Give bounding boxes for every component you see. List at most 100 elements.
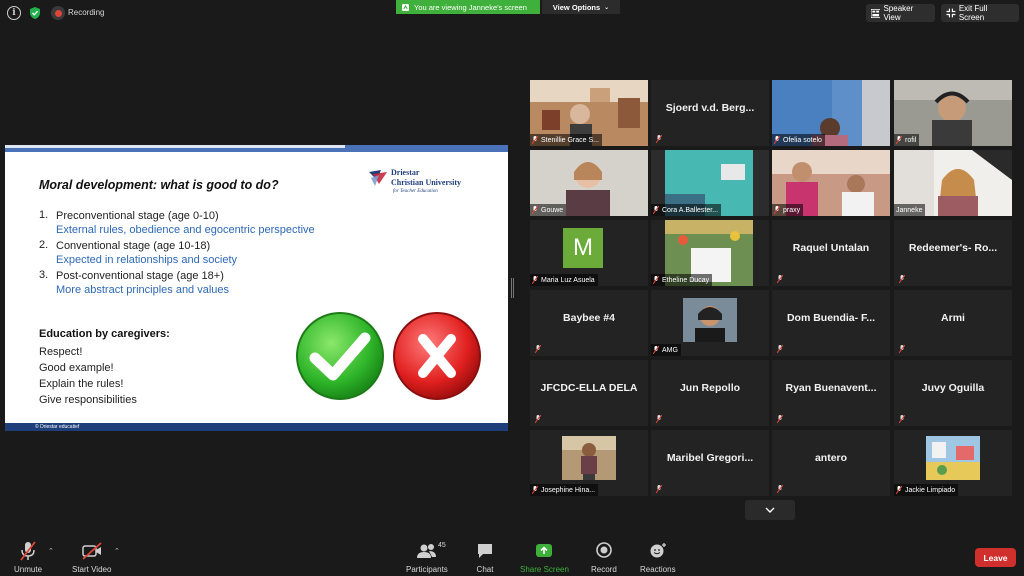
participant-tile[interactable]: Armi xyxy=(894,290,1012,356)
chat-button[interactable]: Chat xyxy=(476,541,494,574)
muted-mic-icon xyxy=(535,345,541,353)
reactions-label: Reactions xyxy=(640,565,676,574)
participant-display-name: Baybee #4 xyxy=(563,312,615,324)
zoom-meeting-window: i Recording You are viewing Janneke's sc… xyxy=(0,0,1024,576)
education-item: Give responsibilities xyxy=(39,394,137,406)
participant-display-name: Jun Repollo xyxy=(679,382,741,394)
unmute-button[interactable]: Unmute xyxy=(14,541,42,574)
participant-profile-photo xyxy=(562,436,616,480)
panel-resize-handle[interactable] xyxy=(511,278,514,298)
participant-tile[interactable]: Dom Buendia- F... xyxy=(772,290,890,356)
participant-display-name: Dom Buendia- F... xyxy=(786,312,876,324)
muted-mic-icon xyxy=(777,275,783,283)
participant-name-label: Stenillie Grace S... xyxy=(530,134,602,146)
participant-tile[interactable]: rofil xyxy=(894,80,1012,146)
participant-tile[interactable]: antero xyxy=(772,430,890,496)
participant-tile[interactable]: Jun Repollo xyxy=(651,360,769,426)
muted-mic-icon xyxy=(532,276,538,284)
participant-tile[interactable]: Cora A.Ballester... xyxy=(651,150,769,216)
participant-tile[interactable]: Baybee #4 xyxy=(530,290,648,356)
slide-title: Moral development: what is good to do? xyxy=(39,178,279,192)
logo-name-line2: Christian University xyxy=(391,178,461,187)
exit-full-screen-button[interactable]: Exit Full Screen xyxy=(941,4,1019,22)
participant-tile[interactable]: M Maria Luz Asuela xyxy=(530,220,648,286)
participant-tile[interactable]: Jackie Limpiado xyxy=(894,430,1012,496)
recording-label: Recording xyxy=(68,8,105,17)
start-video-label: Start Video xyxy=(72,565,112,574)
participant-tile[interactable]: Sjoerd v.d. Berg... xyxy=(651,80,769,146)
gallery-next-page-button[interactable] xyxy=(745,500,795,520)
participant-display-name: Juvy Oguilla xyxy=(921,382,985,394)
stage-name: Preconventional stage (age 0-10) xyxy=(56,210,219,222)
participants-icon xyxy=(416,544,436,558)
participant-display-name: Raquel Untalan xyxy=(792,242,870,254)
participant-display-name: Ryan Buenavent... xyxy=(785,382,877,394)
red-cross-icon xyxy=(393,312,481,400)
participant-tile[interactable]: Stenillie Grace S... xyxy=(530,80,648,146)
share-screen-button[interactable]: Share Screen xyxy=(520,541,569,574)
participants-label: Participants xyxy=(406,565,448,574)
driestar-logo-icon xyxy=(369,170,387,186)
exit-full-screen-label: Exit Full Screen xyxy=(958,4,988,22)
slide-footer-text: © Driestar educatief xyxy=(35,424,80,430)
participant-tile[interactable]: Gouwe xyxy=(530,150,648,216)
muted-mic-icon xyxy=(535,415,541,423)
muted-mic-icon xyxy=(899,275,905,283)
muted-mic-icon xyxy=(899,345,905,353)
meeting-info-icon[interactable]: i xyxy=(7,6,21,20)
participant-name-label: praxy xyxy=(772,204,804,216)
participant-tile[interactable]: Ofelia sotelo xyxy=(772,80,890,146)
participant-tile[interactable]: JFCDC-ELLA DELA xyxy=(530,360,648,426)
leave-meeting-button[interactable]: Leave xyxy=(975,548,1016,567)
speaker-view-button[interactable]: Speaker View xyxy=(866,4,935,22)
muted-mic-icon xyxy=(532,206,538,214)
muted-mic-icon xyxy=(777,485,783,493)
participant-name-label: Etheline Ducay xyxy=(651,274,713,286)
participant-name-label: rofil xyxy=(894,134,920,146)
participant-tile[interactable]: praxy xyxy=(772,150,890,216)
participant-name-label: AMG xyxy=(651,344,681,356)
audio-options-caret-icon[interactable]: ⌃ xyxy=(48,547,54,555)
record-icon xyxy=(596,542,612,558)
share-screen-label: Share Screen xyxy=(520,565,569,574)
participant-name-label: Janneke xyxy=(894,204,926,216)
participant-tile[interactable]: Maribel Gregori... xyxy=(651,430,769,496)
education-item: Respect! xyxy=(39,346,83,358)
participant-display-name: Sjoerd v.d. Berg... xyxy=(665,102,755,114)
participant-tile[interactable]: Raquel Untalan xyxy=(772,220,890,286)
view-options-button[interactable]: View Options ⌄ xyxy=(542,0,620,14)
start-video-button[interactable]: Start Video xyxy=(72,541,111,574)
muted-mic-icon xyxy=(656,485,662,493)
video-options-caret-icon[interactable]: ⌃ xyxy=(114,547,120,555)
encryption-shield-icon[interactable] xyxy=(28,6,42,20)
reactions-button[interactable]: Reactions xyxy=(640,541,676,574)
slide-header-highlight xyxy=(5,145,345,148)
participant-tile[interactable]: Juvy Oguilla xyxy=(894,360,1012,426)
participant-display-name: Redeemer's- Ro... xyxy=(908,242,998,254)
share-screen-icon xyxy=(536,544,553,557)
participant-tile[interactable]: Josephine Hina... xyxy=(530,430,648,496)
record-label: Record xyxy=(591,565,617,574)
participant-tile[interactable]: Redeemer's- Ro... xyxy=(894,220,1012,286)
participant-profile-photo xyxy=(926,436,980,480)
participant-tile-active-speaker[interactable]: Janneke xyxy=(894,150,1012,216)
education-item: Good example! xyxy=(39,362,114,374)
participant-name-label: Josephine Hina... xyxy=(530,484,599,496)
driestar-logo: Driestar Christian University for Teache… xyxy=(367,164,477,202)
participant-display-name: Armi xyxy=(941,312,965,324)
muted-mic-icon xyxy=(532,486,538,494)
participant-name-label: Cora A.Ballester... xyxy=(651,204,722,216)
slide-footer: © Driestar educatief xyxy=(5,423,508,431)
participant-tile[interactable]: Ryan Buenavent... xyxy=(772,360,890,426)
participant-name-label: Ofelia sotelo xyxy=(772,134,825,146)
stage-name: Post-conventional stage (age 18+) xyxy=(56,270,224,282)
exit-full-screen-icon xyxy=(946,8,956,18)
stage-description: External rules, obedience and egocentric… xyxy=(56,224,315,236)
participant-tile[interactable]: AMG xyxy=(651,290,769,356)
participant-display-name: JFCDC-ELLA DELA xyxy=(540,382,638,394)
stage-item: 1. Preconventional stage (age 0-10) Exte… xyxy=(39,209,349,237)
record-button[interactable]: Record xyxy=(591,541,617,574)
muted-mic-icon xyxy=(774,136,780,144)
participant-tile[interactable]: Etheline Ducay xyxy=(651,220,769,286)
unmute-label: Unmute xyxy=(14,565,43,574)
